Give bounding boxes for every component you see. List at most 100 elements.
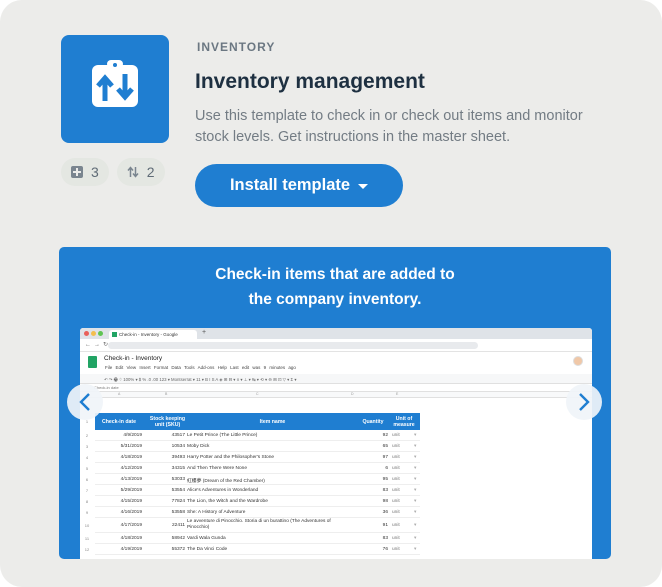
dropdown-icon: ▾ — [414, 477, 417, 482]
sheets-favicon-icon — [112, 332, 117, 337]
window-close-dot — [84, 331, 89, 336]
column-headers: A B C D E — [80, 392, 592, 398]
cell-date: 4/18/2019 — [120, 455, 142, 460]
chevron-right-icon — [579, 393, 590, 411]
window-zoom-dot — [98, 331, 103, 336]
column-letter: B — [165, 392, 168, 396]
row-number: 6 — [85, 477, 89, 482]
sheet-title: Check-in - Inventory — [104, 355, 163, 362]
cell-unit: unit — [392, 510, 400, 515]
table-row: 4/17/2019 22411 Le avventure di Pinocchio.… — [95, 518, 420, 533]
cell-item-name: Le avventure di Pinocchio. Storia di un … — [187, 519, 331, 530]
sheet-header-row: Check-in date Stock keeping unit (SKU) I… — [95, 413, 420, 430]
cell-item-name: And Then There Were None — [187, 466, 247, 471]
header-unit: Unit of measure — [393, 415, 415, 428]
dropdown-icon: ▾ — [414, 433, 417, 438]
dropdown-icon: ▾ — [414, 488, 417, 493]
row-number: 10 — [84, 523, 90, 528]
cell-item-name: The Lion, the Witch and the Wardrobe — [187, 499, 268, 504]
table-row: 4/9/2019 43517 Le Petit Prince (The Little… — [95, 430, 420, 441]
template-stats: 3 2 — [61, 158, 165, 186]
cell-item-name: She: A History of Adventure — [187, 510, 246, 515]
table-row: 5/29/2019 53554 Alice's Adventures in Wond… — [95, 485, 420, 496]
preview-screenshot: Check-in - Inventory - Google + ←→↻ Chec… — [80, 328, 592, 559]
browser-tab-title: Check-in - Inventory - Google — [119, 332, 178, 337]
column-letter: A — [118, 392, 121, 396]
cell-sku: 53554 — [171, 488, 185, 493]
cell-sku: 55372 — [171, 547, 185, 552]
cell-sku: 53558 — [171, 510, 185, 515]
row-number: 2 — [85, 433, 89, 438]
cell-quantity: 65 — [382, 444, 388, 449]
cell-date: 5/29/2019 — [120, 488, 142, 493]
cell-date: 4/9/2019 — [123, 433, 142, 438]
row-number: 7 — [85, 488, 89, 493]
sheets-toolbar: ↶ ↷ 🖶 ⌖ 100% ▾ $ % .0 .00 123 ▾ Montserr… — [80, 374, 592, 384]
cell-quantity: 95 — [382, 477, 388, 482]
cell-date: 4/15/2019 — [120, 499, 142, 504]
cell-quantity: 76 — [382, 547, 388, 552]
table-plus-icon — [71, 166, 83, 178]
cell-date: 5/31/2019 — [120, 444, 142, 449]
dropdown-icon: ▾ — [414, 455, 417, 460]
sheets-menu: File Edit View Insert Format Data Tools … — [105, 365, 296, 370]
dropdown-icon: ▾ — [414, 510, 417, 515]
preview-caption-line-1: Check-in items that are added to — [215, 266, 455, 283]
dropdown-icon: ▾ — [414, 547, 417, 552]
cell-quantity: 83 — [382, 488, 388, 493]
dropdown-icon: ▾ — [414, 523, 417, 528]
sheets-header: Check-in - Inventory File Edit View Inse… — [80, 352, 592, 374]
install-template-button[interactable]: Install template — [195, 164, 403, 207]
cell-item-name: Harry Potter and the Philosopher's Stone — [187, 455, 275, 460]
dropdown-icon: ▾ — [414, 536, 417, 541]
sheets-logo-icon — [88, 356, 97, 368]
header-checkin-date: Check-in date — [101, 418, 136, 425]
cell-unit: unit — [392, 444, 400, 449]
table-row: 4/18/2019 39493 Harry Potter and the Philo… — [95, 452, 420, 463]
column-letter: E — [396, 392, 399, 396]
cell-date: 4/13/2019 — [120, 477, 142, 482]
carousel-prev-button[interactable] — [67, 384, 103, 420]
automations-count: 2 — [146, 164, 155, 180]
row-number: 9 — [85, 510, 89, 515]
cell-sku: 43517 — [171, 433, 185, 438]
cell-item-name: Moby Dick — [187, 444, 210, 449]
cell-date: 4/16/2019 — [120, 510, 142, 515]
column-letter: C — [256, 392, 259, 396]
carousel-next-button[interactable] — [566, 384, 602, 420]
cell-sku: 22411 — [172, 523, 185, 528]
row-number: 3 — [85, 444, 89, 449]
cell-item-name: Vardi Wala Gunda — [187, 536, 226, 541]
row-number: 12 — [84, 547, 90, 552]
install-template-label: Install template — [229, 176, 351, 194]
cell-unit: unit — [392, 499, 400, 504]
cell-sku: 34315 — [171, 466, 185, 471]
preview-caption: Check-in items that are added to the com… — [59, 262, 611, 312]
row-number: 4 — [85, 455, 89, 460]
template-icon — [61, 35, 169, 143]
cell-item-name: The Da Vinci Code — [187, 547, 228, 552]
cell-unit: unit — [392, 466, 400, 471]
cell-item-name: 紅樓夢 (Dream of the Red Chamber) — [187, 479, 265, 484]
cell-sku: 10534 — [171, 444, 185, 449]
cell-item-name: Le Petit Prince (The Little Prince) — [187, 433, 258, 438]
template-title: Inventory management — [195, 70, 425, 93]
new-tab-icon: + — [202, 329, 207, 336]
cell-quantity: 92 — [382, 433, 388, 438]
table-row: 5/31/2019 10534 Moby Dick 65 unit ▾ — [95, 441, 420, 452]
table-row: 4/18/2019 58942 Vardi Wala Gunda 83 unit ▾ — [95, 533, 420, 544]
url-field — [108, 342, 478, 349]
caret-down-icon — [358, 184, 369, 189]
row-number: 8 — [85, 499, 89, 504]
automations-count-badge: 2 — [116, 158, 165, 186]
cell-date: 4/17/2019 — [120, 523, 142, 528]
dropdown-icon: ▾ — [414, 466, 417, 471]
header-sku: Stock keeping unit (SKU) — [149, 415, 186, 428]
row-number: 11 — [84, 536, 90, 541]
dropdown-icon: ▾ — [414, 499, 417, 504]
cell-quantity: 91 — [382, 523, 388, 528]
cell-unit: unit — [392, 488, 400, 493]
row-number: 5 — [85, 466, 89, 471]
cell-unit: unit — [392, 523, 400, 528]
cell-unit: unit — [392, 455, 400, 460]
